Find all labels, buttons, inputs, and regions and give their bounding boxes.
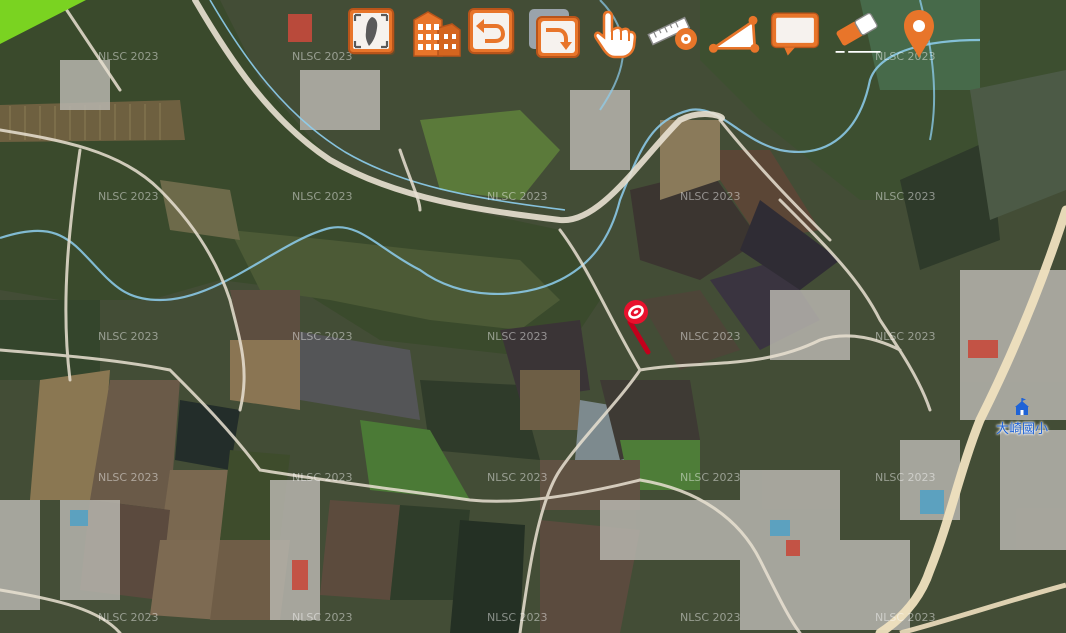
watermark-text: NLSC 2023 [487, 190, 548, 203]
redo-button[interactable] [528, 6, 582, 60]
full-extent-button[interactable] [348, 6, 402, 60]
redo-arrow-icon [529, 9, 580, 58]
hand-pointer-icon [593, 10, 637, 59]
measure-area-button[interactable] [708, 6, 762, 60]
watermark-text: NLSC 2023 [292, 611, 353, 624]
undo-arrow-icon [468, 8, 515, 55]
annotation-button[interactable] [768, 6, 822, 60]
watermark-text: NLSC 2023 [292, 50, 353, 63]
watermark-text: NLSC 2023 [680, 471, 741, 484]
measure-distance-button[interactable] [646, 6, 700, 60]
location-pin-icon [904, 10, 934, 58]
watermark-text: NLSC 2023 [98, 471, 159, 484]
watermark-text: NLSC 2023 [680, 330, 741, 343]
map-toolbar [348, 6, 948, 62]
undo-button[interactable] [468, 6, 522, 60]
watermark-text: NLSC 2023 [875, 471, 936, 484]
watermark-text: NLSC 2023 [680, 190, 741, 203]
corner-tab[interactable] [0, 0, 86, 44]
taiwan-full-extent-icon [348, 8, 395, 55]
buildings-button[interactable] [408, 6, 462, 60]
watermark-text: NLSC 2023 [487, 471, 548, 484]
watermark-text: NLSC 2023 [292, 190, 353, 203]
pan-button[interactable] [588, 6, 642, 60]
watermark-text: NLSC 2023 [875, 190, 936, 203]
watermark-text: NLSC 2023 [487, 330, 548, 343]
speech-box-icon [770, 12, 820, 56]
watermark-text: NLSC 2023 [487, 611, 548, 624]
watermark-text: NLSC 2023 [292, 471, 353, 484]
watermark-text: NLSC 2023 [98, 190, 159, 203]
satellite-map[interactable]: NLSC 2023 NLSC 2023 NLSC 2023 NLSC 2023 … [0, 0, 1066, 633]
watermark-text: NLSC 2023 [98, 330, 159, 343]
watermark-text: NLSC 2023 [98, 50, 159, 63]
building-icon [413, 11, 461, 57]
eraser-icon [835, 12, 881, 53]
eraser-button[interactable] [832, 6, 886, 60]
watermark-text: NLSC 2023 [875, 330, 936, 343]
school-label: 大崎國小 [996, 422, 1049, 437]
watermark-text: NLSC 2023 [680, 611, 741, 624]
school-flag-icon [1015, 398, 1029, 415]
ruler-icon [647, 16, 697, 50]
map-pin-marker-icon[interactable] [618, 296, 658, 358]
polygon-measure-icon [708, 15, 760, 53]
watermark-text: NLSC 2023 [98, 611, 159, 624]
school-poi[interactable]: 大崎國小 [996, 398, 1048, 437]
location-button[interactable] [892, 6, 946, 60]
watermark-text: NLSC 2023 [292, 330, 353, 343]
watermark-text: NLSC 2023 [875, 611, 936, 624]
